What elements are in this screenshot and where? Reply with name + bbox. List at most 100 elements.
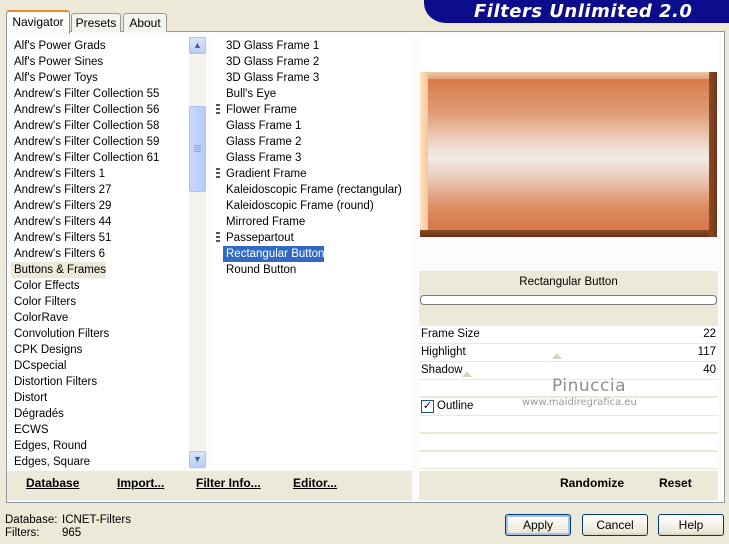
category-item[interactable]: Edges, Round	[11, 438, 189, 454]
database-value: ICNET-Filters	[62, 514, 131, 526]
app-banner: Filters Unlimited 2.0	[424, 0, 729, 23]
filter-item-label: Mirrored Frame	[226, 216, 306, 228]
editor-button[interactable]: Editor...	[293, 476, 337, 490]
filter-item[interactable]: 3D Glass Frame 3	[223, 70, 319, 86]
category-item[interactable]: Andrew's Filters 44	[11, 214, 189, 230]
category-item[interactable]: Andrew's Filters 51	[11, 230, 189, 246]
param-row-empty	[419, 452, 718, 468]
filter-title: Rectangular Button	[519, 276, 618, 288]
category-item[interactable]: Andrew's Filters 29	[11, 198, 189, 214]
category-item[interactable]: Andrew's Filter Collection 55	[11, 86, 189, 102]
category-list[interactable]: Alf's Power Grads Alf's Power Sines Alf's …	[11, 37, 189, 469]
filter-item-label: 3D Glass Frame 1	[226, 40, 320, 52]
filter-item[interactable]: Round Button	[223, 262, 296, 278]
filter-item-label: Kaleidoscopic Frame (rectangular)	[226, 184, 402, 196]
category-item[interactable]: Distort	[11, 390, 189, 406]
param-row-empty	[419, 416, 718, 432]
marker-icon	[216, 168, 220, 180]
frame-size-label: Frame Size	[421, 328, 480, 340]
filter-item[interactable]: Gradient Frame	[216, 166, 307, 182]
filter-item[interactable]: Kaleidoscopic Frame (round)	[223, 198, 374, 214]
apply-button[interactable]: Apply	[505, 514, 571, 536]
filter-item-label: Passepartout	[226, 232, 294, 244]
filter-item[interactable]: Flower Frame	[216, 102, 297, 118]
filter-item-label: Glass Frame 2	[226, 136, 302, 148]
category-item[interactable]: ECWS	[11, 422, 189, 438]
category-item[interactable]: DCspecial	[11, 358, 189, 374]
filters-count: 965	[62, 527, 82, 539]
category-item[interactable]: Alf's Power Toys	[11, 70, 189, 86]
outline-checkbox[interactable]: ✓	[421, 400, 434, 413]
filter-item-label: Flower Frame	[226, 104, 297, 116]
frame-size-slider[interactable]: Frame Size 22	[419, 326, 718, 343]
category-item[interactable]: Convolution Filters	[11, 326, 189, 342]
category-item[interactable]: Andrew's Filter Collection 58	[11, 118, 189, 134]
filters-label: Filters:	[5, 527, 40, 539]
filter-item-label: Kaleidoscopic Frame (round)	[226, 200, 374, 212]
filter-item[interactable]: Kaleidoscopic Frame (rectangular)	[223, 182, 402, 198]
category-item[interactable]: Color Filters	[11, 294, 189, 310]
frame-size-value: 22	[703, 328, 716, 340]
category-item[interactable]: Dégradés	[11, 406, 189, 422]
import-button[interactable]: Import...	[117, 476, 164, 490]
highlight-slider[interactable]: Highlight 117	[419, 344, 718, 361]
category-item[interactable]: Andrew's Filters 1	[11, 166, 189, 182]
database-label: Database:	[5, 514, 58, 526]
filter-item-label: Rectangular Button	[226, 248, 325, 260]
category-item[interactable]: Buttons & Frames	[11, 262, 107, 278]
outline-label: Outline	[437, 400, 474, 412]
category-item[interactable]: Andrew's Filters 6	[11, 246, 189, 262]
category-item[interactable]: CPK Designs	[11, 342, 189, 358]
grip-icon	[194, 145, 201, 152]
filter-item[interactable]: 3D Glass Frame 1	[223, 38, 319, 54]
filter-item[interactable]: Glass Frame 1	[223, 118, 301, 134]
filter-item[interactable]: Mirrored Frame	[223, 214, 305, 230]
filter-item-label: Gradient Frame	[226, 168, 307, 180]
database-button[interactable]: Database	[26, 476, 79, 490]
param-row-empty	[419, 434, 718, 450]
category-item[interactable]: Andrew's Filter Collection 59	[11, 134, 189, 150]
help-button[interactable]: Help	[658, 514, 724, 536]
category-item[interactable]: Alf's Power Sines	[11, 54, 189, 70]
watermark-name: Pinuccia	[552, 376, 626, 396]
randomize-button[interactable]: Randomize	[560, 476, 624, 490]
category-item[interactable]: Color Effects	[11, 278, 189, 294]
filter-list[interactable]: 3D Glass Frame 1 3D Glass Frame 2 3D Glass…	[214, 37, 412, 469]
filter-item[interactable]: Passepartout	[216, 230, 294, 246]
filter-item-label: Round Button	[226, 264, 297, 276]
filter-item[interactable]: Glass Frame 3	[223, 150, 301, 166]
app-title: Filters Unlimited 2.0	[474, 1, 693, 22]
shadow-value: 40	[703, 364, 716, 376]
tab-navigator[interactable]: Navigator	[6, 10, 70, 34]
scroll-up-button[interactable]: ▲	[189, 37, 206, 54]
category-item[interactable]: ColorRave	[11, 310, 189, 326]
highlight-marker	[552, 353, 562, 359]
scroll-thumb[interactable]	[189, 106, 206, 192]
category-item[interactable]: Andrew's Filters 27	[11, 182, 189, 198]
highlight-value: 117	[697, 346, 716, 358]
reset-button[interactable]: Reset	[659, 476, 692, 490]
filter-item[interactable]: Glass Frame 2	[223, 134, 301, 150]
filter-item[interactable]: Bull's Eye	[223, 86, 276, 102]
shadow-label: Shadow	[421, 364, 463, 376]
tab-about[interactable]: About	[123, 13, 167, 32]
cancel-button[interactable]: Cancel	[582, 514, 648, 536]
marker-icon	[216, 104, 220, 116]
category-scrollbar[interactable]: ▲ ▼	[189, 37, 206, 469]
category-item[interactable]: Distortion Filters	[11, 374, 189, 390]
category-item[interactable]: Andrew's Filter Collection 56	[11, 102, 189, 118]
filter-info-button[interactable]: Filter Info...	[196, 476, 261, 490]
filter-item[interactable]: Rectangular Button	[223, 246, 325, 262]
filter-item-label: Glass Frame 3	[226, 152, 302, 164]
marker-icon	[216, 232, 220, 244]
filter-item-label: 3D Glass Frame 2	[226, 56, 320, 68]
highlight-label: Highlight	[421, 346, 466, 358]
shadow-marker	[462, 371, 472, 377]
filter-item-label: 3D Glass Frame 3	[226, 72, 320, 84]
category-item[interactable]: Edges, Square	[11, 454, 189, 469]
scroll-down-button[interactable]: ▼	[189, 451, 206, 468]
tab-presets[interactable]: Presets	[71, 13, 121, 32]
category-item[interactable]: Andrew's Filter Collection 61	[11, 150, 189, 166]
filter-item[interactable]: 3D Glass Frame 2	[223, 54, 319, 70]
category-item[interactable]: Alf's Power Grads	[11, 38, 189, 54]
